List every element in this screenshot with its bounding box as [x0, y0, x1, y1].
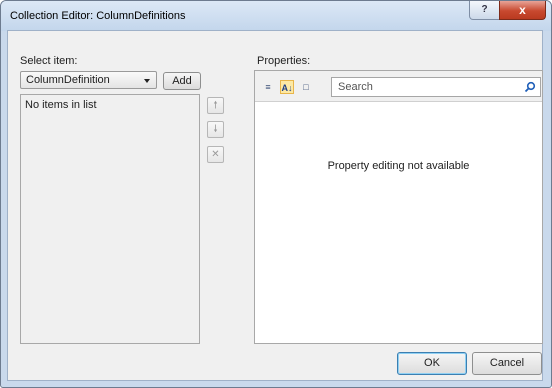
events-icon[interactable]: □ — [299, 80, 313, 94]
item-type-value: ColumnDefinition — [26, 74, 110, 86]
x-icon: ✕ — [211, 149, 220, 160]
select-item-label: Select item: — [20, 55, 78, 67]
empty-list-message: No items in list — [25, 99, 97, 111]
window-title: Collection Editor: ColumnDefinitions — [10, 10, 186, 22]
help-button[interactable]: ? — [469, 1, 500, 20]
title-bar[interactable]: Collection Editor: ColumnDefinitions ? x — [1, 1, 551, 31]
move-up-button[interactable]: 🠕 — [207, 97, 224, 114]
property-grid: ≡ A↓ □ Search Property editing not avail… — [254, 70, 543, 344]
ok-button[interactable]: OK — [397, 352, 467, 375]
property-search-box[interactable]: Search — [331, 77, 541, 97]
add-button[interactable]: Add — [163, 72, 201, 90]
remove-item-button[interactable]: ✕ — [207, 146, 224, 163]
sort-alphabetical-icon[interactable]: A↓ — [280, 80, 294, 94]
search-icon — [524, 81, 536, 93]
categorize-icon[interactable]: ≡ — [261, 80, 275, 94]
move-down-button[interactable]: 🠗 — [207, 121, 224, 138]
property-toolbar: ≡ A↓ □ Search — [255, 71, 542, 102]
arrow-down-icon: 🠗 — [213, 124, 218, 135]
arrow-up-icon: 🠕 — [213, 100, 218, 111]
properties-label: Properties: — [257, 55, 311, 67]
search-placeholder: Search — [338, 81, 373, 93]
close-button[interactable]: x — [499, 1, 546, 20]
no-editing-message: Property editing not available — [327, 160, 470, 172]
items-list[interactable]: No items in list — [20, 94, 200, 344]
item-type-combobox[interactable]: ColumnDefinition — [20, 71, 157, 89]
cancel-button[interactable]: Cancel — [472, 352, 542, 375]
chevron-down-icon — [144, 79, 150, 83]
